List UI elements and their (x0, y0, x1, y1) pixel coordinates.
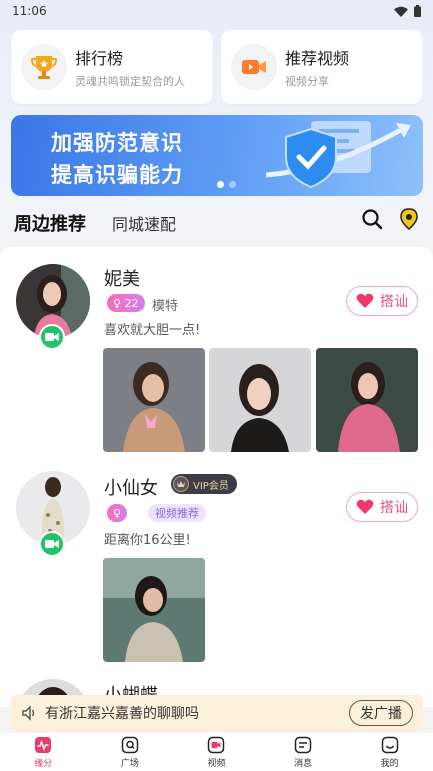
anti-fraud-banner[interactable]: 加强防范意识 提高识骗能力 (11, 115, 423, 196)
user-list: 妮美 ♀ 22 模特 喜欢就大胆一点! 搭讪 小仙女 VIP会员 ♀ 视频推荐 … (0, 247, 433, 707)
video-camera-icon (45, 333, 59, 341)
bottom-nav: 缘分 广场 视频 消息 我的 (0, 733, 433, 771)
heart-icon (356, 293, 374, 308)
broadcast-bar[interactable]: 有浙江嘉兴嘉善的聊聊吗 发广播 (11, 695, 423, 731)
nav-item-profile[interactable]: 我的 (346, 733, 433, 771)
user-photo[interactable] (316, 348, 418, 452)
video-badge[interactable] (39, 531, 65, 557)
nav-label: 视频 (207, 758, 226, 769)
trophy-icon (21, 44, 67, 90)
wifi-icon (394, 6, 408, 17)
tab-nearby[interactable]: 周边推荐 (14, 210, 86, 236)
status-bar: 11:06 (0, 0, 433, 22)
video-camera-icon (45, 540, 59, 548)
nav-item-video[interactable]: 视频 (173, 733, 260, 771)
occupation-label: 模特 (152, 299, 179, 314)
user-bio: 喜欢就大胆一点! (104, 323, 201, 338)
gender-age-tag: ♀ 22 (107, 294, 145, 312)
banner-line-2: 提高识骗能力 (51, 163, 183, 187)
chat-up-label: 搭讪 (380, 500, 408, 516)
user-photo[interactable] (103, 348, 205, 452)
heartbeat-icon (35, 736, 52, 753)
user-photo[interactable] (209, 348, 311, 452)
user-photo[interactable] (103, 558, 205, 662)
video-camera-icon (231, 44, 277, 90)
square-icon (121, 736, 139, 753)
search-icon[interactable] (361, 208, 383, 230)
recommended-video-subtitle: 视频分享 (285, 75, 329, 88)
recommended-video-title: 推荐视频 (285, 49, 350, 68)
nav-item-square[interactable]: 广场 (87, 733, 174, 771)
vip-crown-icon (173, 476, 189, 492)
broadcast-message: 有浙江嘉兴嘉善的聊聊吗 (45, 706, 199, 722)
user-name: 妮美 (104, 269, 140, 290)
tab-bar: 周边推荐 同城速配 (0, 204, 433, 242)
video-badge[interactable] (39, 324, 65, 350)
heart-icon (356, 499, 374, 514)
banner-dot-active[interactable] (217, 181, 224, 188)
profile-icon (381, 736, 398, 753)
female-icon: ♀ (113, 506, 122, 520)
nav-item-fate[interactable]: 缘分 (0, 733, 87, 771)
nav-label: 我的 (380, 758, 399, 769)
nav-item-messages[interactable]: 消息 (260, 733, 347, 771)
leaderboard-card[interactable]: 排行榜 灵魂共鸣锁定契合的人 (11, 30, 213, 104)
user-bio: 距离你16公里! (104, 533, 191, 548)
user-name: 小仙女 (104, 478, 158, 499)
nav-label: 广场 (120, 758, 139, 769)
vip-label: VIP会员 (193, 480, 229, 492)
status-time: 11:06 (12, 4, 47, 18)
banner-dot[interactable] (229, 181, 236, 188)
send-broadcast-button[interactable]: 发广播 (349, 700, 413, 726)
chat-up-button[interactable]: 搭讪 (346, 492, 418, 522)
status-icons (394, 5, 421, 17)
speaker-icon (22, 705, 35, 721)
video-icon (208, 736, 225, 753)
chat-up-label: 搭讪 (380, 294, 408, 310)
tab-same-city[interactable]: 同城速配 (112, 211, 176, 235)
message-icon (294, 736, 312, 753)
nav-label: 缘分 (34, 758, 53, 769)
chat-up-button[interactable]: 搭讪 (346, 286, 418, 316)
leaderboard-title: 排行榜 (75, 49, 124, 68)
gender-tag: ♀ (107, 504, 128, 522)
recommended-video-card[interactable]: 推荐视频 视频分享 (221, 30, 423, 104)
leaderboard-subtitle: 灵魂共鸣锁定契合的人 (75, 75, 185, 88)
age-value: 22 (124, 296, 139, 310)
banner-pagination (217, 181, 236, 188)
banner-line-1: 加强防范意识 (51, 131, 183, 155)
location-icon[interactable] (399, 208, 419, 230)
female-icon: ♀ (113, 296, 122, 310)
battery-icon (414, 5, 421, 17)
nav-label: 消息 (294, 758, 313, 769)
vip-badge: VIP会员 (171, 474, 237, 494)
video-recommend-tag: 视频推荐 (148, 504, 206, 522)
